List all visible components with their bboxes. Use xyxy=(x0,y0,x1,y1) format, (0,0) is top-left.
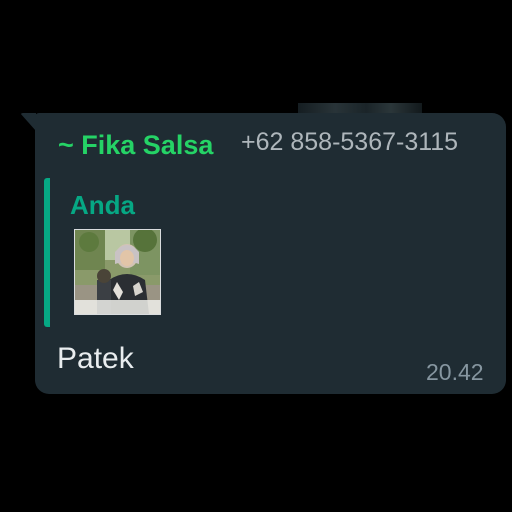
quoted-photo-thumbnail[interactable] xyxy=(74,229,161,315)
message-text[interactable]: Patek xyxy=(57,340,134,378)
photo-image xyxy=(75,230,160,314)
chat-canvas: ~ Fika Salsa +62 858-5367-3115 Anda Pate… xyxy=(0,0,512,512)
quote-accent-bar xyxy=(44,178,50,327)
sender-phone[interactable]: +62 858-5367-3115 xyxy=(241,126,458,158)
message-timestamp: 20.42 xyxy=(426,359,484,385)
sender-name[interactable]: ~ Fika Salsa xyxy=(58,128,213,162)
quoted-author: Anda xyxy=(70,190,135,220)
bubble-tail xyxy=(20,113,36,131)
